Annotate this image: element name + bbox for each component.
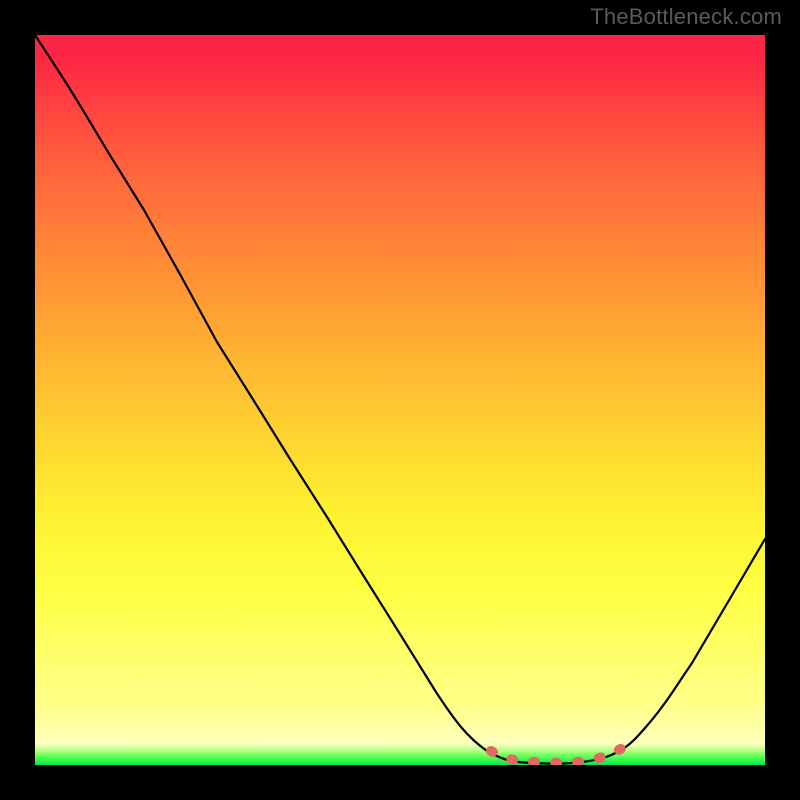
plot-area	[35, 35, 765, 765]
chart-frame: TheBottleneck.com	[0, 0, 800, 800]
optimal-range-dots	[491, 747, 624, 763]
bottleneck-curve	[35, 35, 765, 764]
watermark-text: TheBottleneck.com	[590, 4, 782, 30]
chart-svg	[35, 35, 765, 765]
